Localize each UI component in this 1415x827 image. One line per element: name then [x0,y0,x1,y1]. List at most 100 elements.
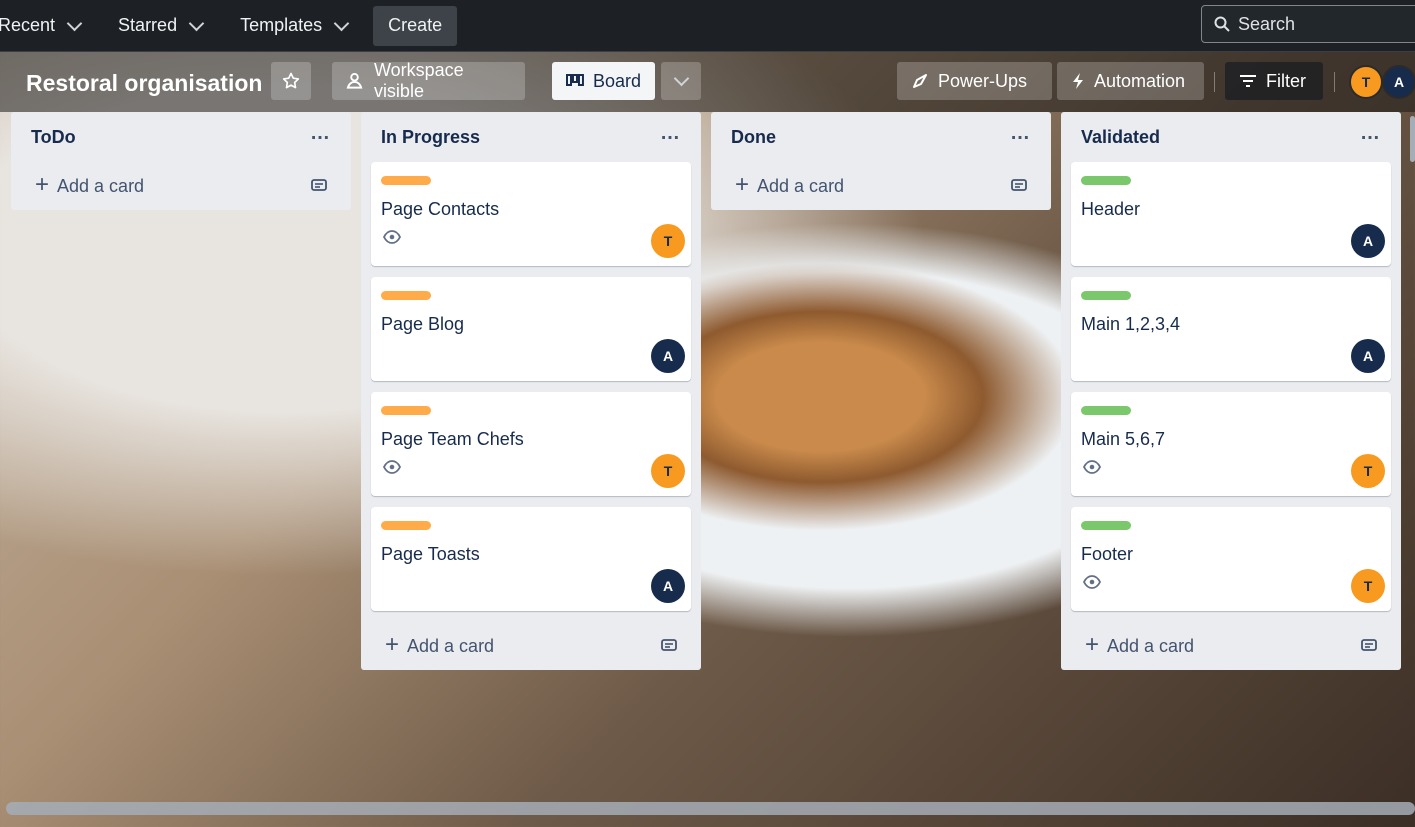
board-title[interactable]: Restoral organisation [26,70,262,97]
board-view-button[interactable]: Board [552,62,655,100]
workspace-visibility-button[interactable]: Workspace visible [332,60,525,101]
add-card-row: + Add a card [721,162,1041,210]
card-title: Page Blog [381,314,465,334]
eye-icon [1082,575,1102,594]
chevron-down-icon [66,15,83,31]
add-card-label: Add a card [1107,635,1195,656]
nav-recent-label: Recent [0,15,56,35]
card[interactable]: Page Contacts T [371,162,691,266]
automation-label: Automation [1094,70,1186,91]
card-member-avatar[interactable]: T [651,454,685,488]
card-member-avatar[interactable]: T [1351,569,1385,603]
card-member-avatar[interactable]: A [1351,224,1385,258]
card-label[interactable] [1081,521,1131,530]
nav-templates-label: Templates [240,15,323,35]
add-card-button[interactable]: + Add a card [735,170,845,199]
add-card-button[interactable]: + Add a card [385,630,494,659]
list-title[interactable]: Validated [1081,127,1160,148]
list-header: Done … [721,112,1041,162]
people-icon [346,72,363,89]
card-member-avatar[interactable]: A [1351,339,1385,373]
card-label[interactable] [1081,291,1131,300]
card-label[interactable] [1081,176,1131,185]
list-header: In Progress … [371,112,691,162]
plus-icon: + [735,170,750,198]
separator [1334,72,1335,92]
eye-icon [382,460,402,479]
workspace-visibility-label: Workspace visible [373,60,464,101]
create-from-template-icon[interactable] [311,176,327,197]
board-view-label: Board [592,70,641,91]
add-card-button[interactable]: + Add a card [35,170,145,199]
create-from-template-icon[interactable] [1011,176,1027,197]
power-ups-button[interactable]: Power-Ups [897,62,1052,100]
list-2: Done … + Add a card [711,112,1051,210]
add-card-label: Add a card [57,175,145,196]
eye-icon [382,230,402,249]
create-button[interactable]: Create [373,5,458,46]
member-avatar[interactable]: A [1382,65,1415,99]
card-title: Main 1,2,3,4 [1081,314,1181,334]
card[interactable]: Main 5,6,7 T [1071,392,1391,496]
card-label[interactable] [1081,406,1131,415]
card-member-avatar[interactable]: A [651,569,685,603]
add-card-row: + Add a card [371,622,691,670]
card-label[interactable] [381,176,431,185]
list-3: Validated … Header A Main 1,2,3,4 A Main 5,6,7… [1061,112,1401,670]
plus-icon: + [35,170,50,198]
card-label[interactable] [381,521,431,530]
nav-starred-label: Starred [118,15,178,35]
more-icon[interactable]: … [660,122,681,145]
card[interactable]: Page Toasts A [371,507,691,611]
card[interactable]: Page Blog A [371,277,691,381]
card-title: Page Toasts [381,544,480,564]
eye-icon [1082,460,1102,479]
filter-label: Filter [1266,70,1306,91]
more-icon[interactable]: … [310,122,331,145]
add-card-label: Add a card [757,175,845,196]
star-icon [282,72,300,89]
list-1: In Progress… Page Contacts T Page Blog A Page… [361,112,701,670]
separator [1214,72,1215,92]
chevron-down-icon [333,15,350,31]
add-card-row: + Add a card [21,162,341,210]
nav-recent[interactable]: Recent [0,6,90,46]
board-header: Restoral organisation Workspace visible … [0,52,1415,112]
card-label[interactable] [381,291,431,300]
search-input[interactable]: Search [1201,5,1415,43]
nav-templates[interactable]: Templates [230,6,357,46]
list-title[interactable]: In Progress [381,127,480,148]
card[interactable]: Footer T [1071,507,1391,611]
create-from-template-icon[interactable] [1361,636,1377,657]
lightning-icon [1073,73,1083,89]
power-ups-label: Power-Ups [938,70,1028,91]
list-title[interactable]: Done [731,127,776,148]
card[interactable]: Page Team Chefs T [371,392,691,496]
more-icon[interactable]: … [1010,122,1031,145]
card[interactable]: Header A [1071,162,1391,266]
card-label[interactable] [381,406,431,415]
plus-icon: + [385,630,400,658]
add-card-button[interactable]: + Add a card [1085,631,1195,659]
card-member-avatar[interactable]: T [651,224,685,258]
list-0: ToDo … + Add a card [11,112,351,210]
card[interactable]: Main 1,2,3,4 A [1071,277,1391,381]
card-title: Main 5,6,7 [1081,429,1166,449]
list-title[interactable]: ToDo [31,127,76,148]
member-avatar[interactable]: T [1349,65,1383,99]
automation-button[interactable]: Automation [1057,62,1204,100]
horizontal-scrollbar[interactable] [6,802,1415,815]
rocket-icon [913,74,927,88]
chevron-down-icon [673,70,689,87]
vertical-scrollbar[interactable] [1410,116,1415,162]
filter-icon [1240,75,1256,87]
filter-button[interactable]: Filter [1225,62,1323,100]
more-icon[interactable]: … [1360,122,1381,145]
nav-starred[interactable]: Starred [108,6,212,46]
card-member-avatar[interactable]: T [1351,454,1385,488]
create-from-template-icon[interactable] [661,636,677,657]
list-header: ToDo … [21,112,341,162]
card-member-avatar[interactable]: A [651,339,685,373]
view-switcher-button[interactable] [661,62,701,100]
star-button[interactable] [271,62,311,100]
